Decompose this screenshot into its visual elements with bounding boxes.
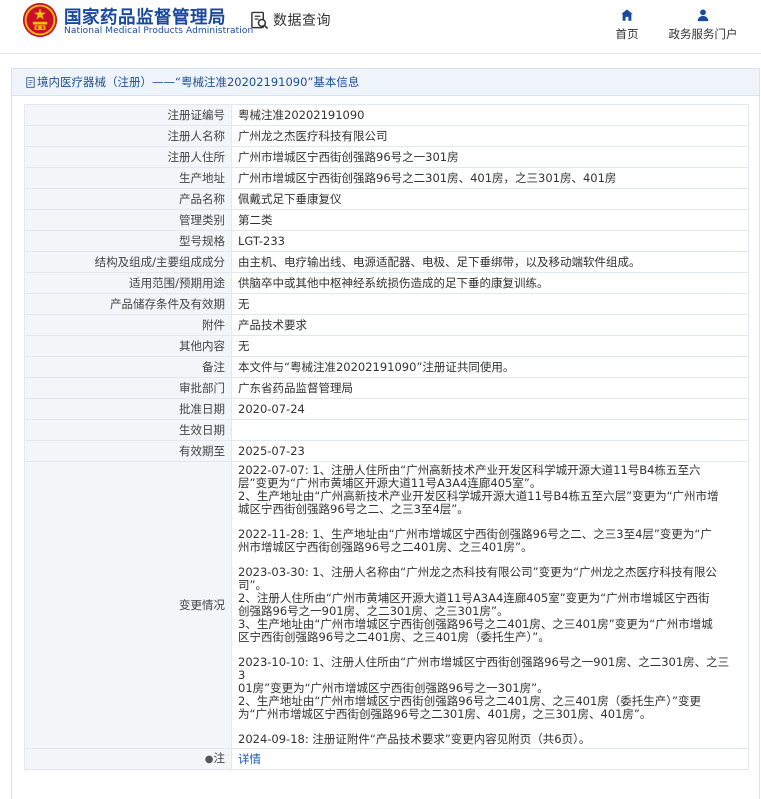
change-line: 州市增城区宁西街创强路96号之二401房、之三401房”。 <box>238 540 533 554</box>
change-line: 城区宁西街创强路96号之二、之三3至4层”。 <box>238 502 469 516</box>
field-label-changes: 变更情况 <box>24 461 232 749</box>
note-label: 注 <box>213 751 226 765</box>
field-label-approval-date: 批准日期 <box>24 398 232 420</box>
table-row: ●注 详情 <box>24 748 749 770</box>
field-value-effective-date <box>231 419 749 441</box>
field-label-intended-use: 适用范围/预期用途 <box>24 272 232 294</box>
field-label-composition: 结构及组成/主要组成成分 <box>24 251 232 273</box>
field-label-certificate-no: 注册证编号 <box>24 104 232 126</box>
nav-service-portal[interactable]: 政务服务门户 <box>664 8 742 42</box>
change-entry: 2024-09-18: 注册证附件“产品技术要求”变更内容见附页（共6页）。 <box>238 733 736 746</box>
header-divider <box>0 53 761 54</box>
table-row: 产品储存条件及有效期无 <box>24 293 749 315</box>
field-value-management-class: 第二类 <box>231 209 749 231</box>
table-row: 注册人住所 广州市增城区宁西街创强路96号之一301房 <box>24 146 749 168</box>
change-line: 2024-09-18: 注册证附件“产品技术要求”变更内容见附页（共6页）。 <box>238 732 591 746</box>
field-value-certificate-no: 粤械注准20202191090 <box>231 104 749 126</box>
change-line: 2023-03-30: 1、注册人名称由“广州龙之杰科技有限公司”变更为“广州龙… <box>238 565 718 579</box>
nav-service-portal-label: 政务服务门户 <box>668 27 738 41</box>
info-table-body: 注册证编号 粤械注准20202191090 注册人名称 广州龙之杰医疗科技有限公司 … <box>24 104 749 770</box>
site-title-en: National Medical Products Administration <box>64 26 254 36</box>
field-label-model-spec: 型号规格 <box>24 230 232 252</box>
field-label-production-address: 生产地址 <box>24 167 232 189</box>
table-row: 型号规格 LGT-233 <box>24 230 749 252</box>
table-row: 其他内容无 <box>24 335 749 357</box>
table-row: 附件 产品技术要求 <box>24 314 749 336</box>
bullet-icon: ● <box>204 754 214 765</box>
field-value-attachment: 产品技术要求 <box>231 314 749 336</box>
field-value-registrant-name: 广州龙之杰医疗科技有限公司 <box>231 125 749 147</box>
table-row: 结构及组成/主要组成成分 由主机、电疗输出线、电源适配器、电极、足下垂绑带，以及移… <box>24 251 749 273</box>
field-value-valid-until: 2025-07-23 <box>231 440 749 462</box>
nav-home[interactable]: 首页 <box>612 8 642 42</box>
field-label-other: 其他内容 <box>24 335 232 357</box>
details-link[interactable]: 详情 <box>238 752 261 766</box>
change-entry: 2022-07-07: 1、注册人住所由“广州高新技术产业开发区科学城开源大道1… <box>238 464 736 516</box>
breadcrumb: 境内医疗器械（注册）——“粤械注准20202191090”基本信息 <box>12 69 759 96</box>
field-label-effective-date: 生效日期 <box>24 419 232 441</box>
table-row: 适用范围/预期用途 供脑卒中或其他中枢神经系统损伤造成的足下垂的康复训练。 <box>24 272 749 294</box>
site-header: 国家药品监督管理局 National Medical Products Admi… <box>0 0 761 54</box>
table-row: 变更情况 2022-07-07: 1、注册人住所由“广州高新技术产业开发区科学城… <box>24 461 749 749</box>
change-entry: 2022-11-28: 1、生产地址由“广州市增城区宁西街创强路96号之二、之三… <box>238 528 736 554</box>
table-row: 生效日期 <box>24 419 749 441</box>
table-row: 注册证编号 粤械注准20202191090 <box>24 104 749 126</box>
table-row: 审批部门 广东省药品监督管理局 <box>24 377 749 399</box>
field-label-product-name: 产品名称 <box>24 188 232 210</box>
field-label-storage: 产品储存条件及有效期 <box>24 293 232 315</box>
field-label-valid-until: 有效期至 <box>24 440 232 462</box>
field-label-attachment: 附件 <box>24 314 232 336</box>
change-line: 为“广州市增城区宁西街创强路96号之二301房、401房，之三301房、401房… <box>238 707 652 721</box>
field-value-model-spec: LGT-233 <box>231 230 749 252</box>
field-value-storage: 无 <box>231 293 749 315</box>
field-label-note: ●注 <box>24 748 232 770</box>
field-label-approval-dept: 审批部门 <box>24 377 232 399</box>
detail-panel: 境内医疗器械（注册）——“粤械注准20202191090”基本信息 注册证编号粤… <box>11 68 760 799</box>
field-value-other: 无 <box>231 335 749 357</box>
user-icon <box>697 9 709 22</box>
registration-info-table: 注册证编号 粤械注准20202191090 注册人名称 广州龙之杰医疗科技有限公司 … <box>24 104 749 770</box>
table-row: 备注 本文件与“粤械注准20202191090”注册证共同使用。 <box>24 356 749 378</box>
field-value-registrant-address: 广州市增城区宁西街创强路96号之一301房 <box>231 146 749 168</box>
table-row: 生产地址 广州市增城区宁西街创强路96号之二301房、401房，之三301房、40… <box>24 167 749 189</box>
field-label-registrant-name: 注册人名称 <box>24 125 232 147</box>
field-value-composition: 由主机、电疗输出线、电源适配器、电极、足下垂绑带，以及移动端软件组成。 <box>231 251 749 273</box>
field-value-approval-dept: 广东省药品监督管理局 <box>231 377 749 399</box>
breadcrumb-text[interactable]: 境内医疗器械（注册）——“粤械注准20202191090”基本信息 <box>37 74 359 90</box>
field-value-intended-use: 供脑卒中或其他中枢神经系统损伤造成的足下垂的康复训练。 <box>231 272 749 294</box>
field-value-approval-date: 2020-07-24 <box>231 398 749 420</box>
nav-home-label: 首页 <box>615 27 639 41</box>
table-row: 有效期至 2025-07-23 <box>24 440 749 462</box>
change-entry: 2023-10-10: 1、注册人住所由“广州市增城区宁西街创强路96号之一90… <box>238 656 736 721</box>
data-query-label: 数据查询 <box>273 13 331 29</box>
field-label-management-class: 管理类别 <box>24 209 232 231</box>
field-label-registrant-address: 注册人住所 <box>24 146 232 168</box>
data-query-heading[interactable]: 数据查询 <box>250 10 331 30</box>
home-icon <box>621 9 633 21</box>
document-search-icon <box>251 11 269 29</box>
field-value-remarks: 本文件与“粤械注准20202191090”注册证共同使用。 <box>231 356 749 378</box>
change-line: 2023-10-10: 1、注册人住所由“广州市增城区宁西街创强路96号之一90… <box>238 655 730 682</box>
field-value-changes: 2022-07-07: 1、注册人住所由“广州高新技术产业开发区科学城开源大道1… <box>231 461 749 749</box>
field-value-product-name: 佩戴式足下垂康复仪 <box>231 188 749 210</box>
field-label-remarks: 备注 <box>24 356 232 378</box>
table-row: 产品名称 佩戴式足下垂康复仪 <box>24 188 749 210</box>
field-value-note: 详情 <box>231 748 749 770</box>
change-line: 区宁西街创强路96号之二401房、之三401房（委托生产）”。 <box>238 630 550 644</box>
field-value-production-address: 广州市增城区宁西街创强路96号之二301房、401房，之三301房、401房 <box>231 167 749 189</box>
change-entry: 2023-03-30: 1、注册人名称由“广州龙之杰科技有限公司”变更为“广州龙… <box>238 566 736 644</box>
table-row: 管理类别 第二类 <box>24 209 749 231</box>
table-row: 批准日期 2020-07-24 <box>24 398 749 420</box>
table-row: 注册人名称 广州龙之杰医疗科技有限公司 <box>24 125 749 147</box>
document-icon <box>26 76 35 88</box>
national-emblem-icon <box>22 2 58 38</box>
